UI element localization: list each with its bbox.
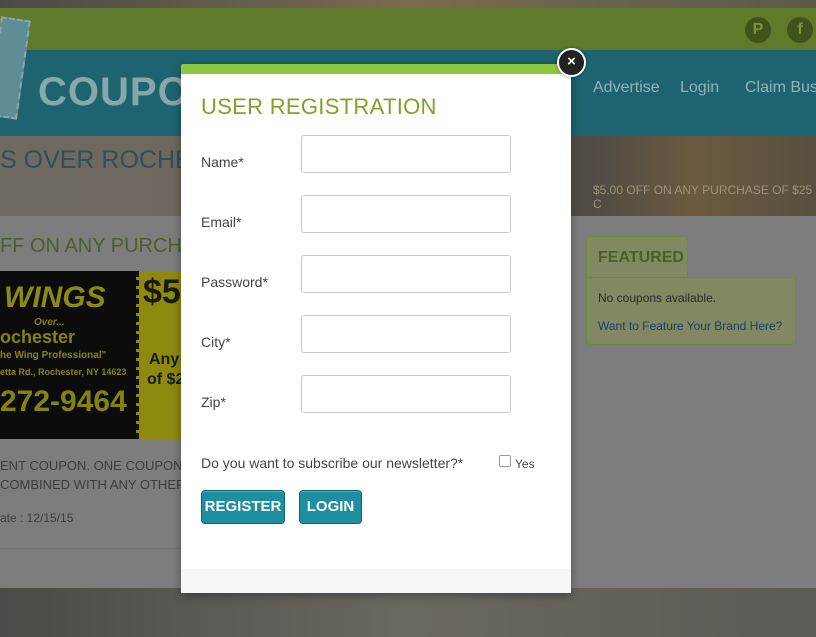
name-label: Name* bbox=[201, 154, 244, 170]
coupon-offer-panel: $5 Any of $2 bbox=[136, 271, 181, 439]
feature-brand-link[interactable]: Want to Feature Your Brand Here? bbox=[598, 319, 782, 333]
nav-login[interactable]: Login bbox=[680, 79, 719, 97]
footer-strip bbox=[0, 588, 816, 637]
coupon-expiry-date: ate : 12/15/15 bbox=[0, 511, 74, 525]
coupon-desc-line: ENT COUPON. ONE COUPON bbox=[0, 458, 183, 473]
modal-title: USER REGISTRATION bbox=[201, 94, 437, 119]
newsletter-yes-label[interactable]: Yes bbox=[515, 457, 535, 471]
coupon-brand: WINGS bbox=[4, 281, 106, 314]
password-label: Password* bbox=[201, 274, 268, 290]
modal-footer bbox=[181, 569, 571, 593]
hero-subtitle: $5.00 OFF ON ANY PURCHASE OF $25 C bbox=[593, 183, 813, 211]
email-label: Email* bbox=[201, 214, 242, 230]
divider bbox=[0, 548, 181, 549]
close-icon[interactable]: × bbox=[557, 48, 586, 77]
registration-modal: USER REGISTRATION Name* Email* Password*… bbox=[181, 64, 571, 593]
tab-featured[interactable]: FEATURED bbox=[586, 236, 688, 278]
coupon-image[interactable]: WINGS Over... ochester he Wing Professio… bbox=[0, 271, 181, 439]
email-field[interactable] bbox=[301, 195, 511, 233]
newsletter-question: Do you want to subscribe our newsletter?… bbox=[201, 455, 464, 471]
coupon-address: etta Rd., Rochester, NY 14623 bbox=[0, 367, 127, 377]
coupon-desc-line: COMBINED WITH ANY OTHER bbox=[0, 477, 186, 492]
city-label: City* bbox=[201, 334, 231, 350]
social-bar bbox=[0, 8, 816, 50]
coupon-heading: FF ON ANY PURCHA bbox=[0, 235, 196, 257]
top-photo-strip bbox=[0, 0, 816, 8]
coupon-offer-min: of $2 bbox=[147, 371, 181, 388]
zip-label: Zip* bbox=[201, 394, 226, 410]
zip-field[interactable] bbox=[301, 375, 511, 413]
facebook-icon[interactable]: f bbox=[787, 17, 813, 43]
featured-tab-label: FEATURED bbox=[598, 249, 684, 266]
coupon-offer-amount: $5 bbox=[143, 273, 181, 311]
coupon-phone: 272-9464 bbox=[0, 385, 127, 418]
hero-title: S OVER ROCHE bbox=[0, 146, 192, 174]
featured-empty-text: No coupons available. bbox=[598, 291, 717, 305]
nav-claim-business[interactable]: Claim Bus bbox=[745, 79, 816, 97]
featured-panel: No coupons available. Want to Feature Yo… bbox=[586, 277, 796, 345]
nav-advertise[interactable]: Advertise bbox=[593, 79, 660, 97]
coupon-tagline: he Wing Professional" bbox=[0, 350, 107, 361]
coupon-city: ochester bbox=[0, 327, 76, 347]
city-field[interactable] bbox=[301, 315, 511, 353]
name-field[interactable] bbox=[301, 135, 511, 173]
coupon-offer-any: Any bbox=[149, 351, 180, 368]
password-field[interactable] bbox=[301, 255, 511, 293]
register-button[interactable]: REGISTER bbox=[201, 490, 285, 524]
newsletter-checkbox[interactable] bbox=[499, 455, 511, 467]
login-button[interactable]: LOGIN bbox=[299, 490, 362, 524]
pinterest-icon[interactable]: P bbox=[745, 17, 771, 43]
site-brand[interactable]: COUPO bbox=[38, 70, 190, 115]
